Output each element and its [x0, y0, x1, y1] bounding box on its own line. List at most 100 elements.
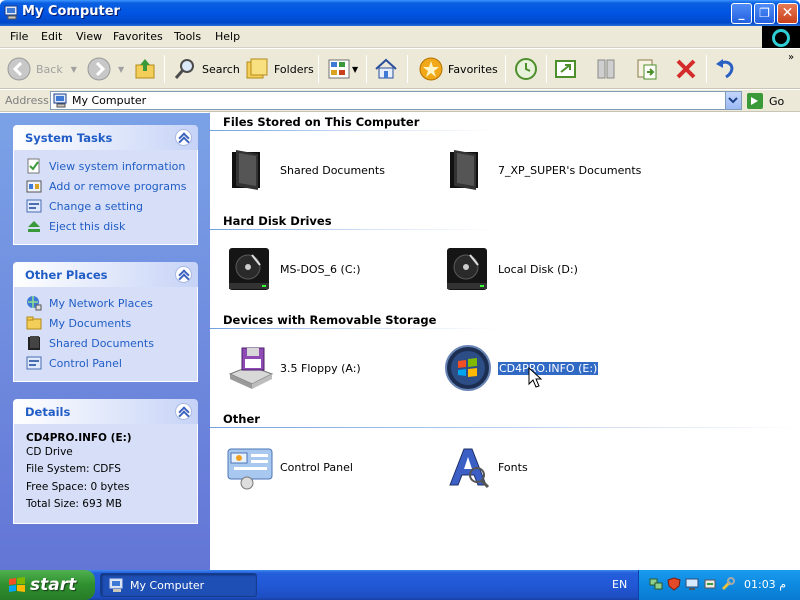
collapse-icon[interactable] — [175, 403, 192, 420]
back-dropdown-icon[interactable]: ▼ — [71, 65, 77, 74]
display-tray-icon[interactable] — [685, 577, 699, 591]
language-indicator[interactable]: EN — [612, 578, 627, 591]
collapse-icon[interactable] — [175, 129, 192, 146]
task-label: Change a setting — [49, 199, 143, 213]
task-pane: System Tasks View system information Add… — [0, 113, 210, 570]
folders-label: Folders — [274, 62, 314, 76]
network-tray-icon[interactable] — [649, 577, 663, 591]
up-button[interactable] — [132, 54, 158, 84]
copy-to-button[interactable] — [593, 54, 619, 84]
system-tray: 01:03 م — [638, 570, 800, 600]
favorites-button[interactable]: Favorites — [418, 54, 498, 84]
views-icon — [328, 59, 350, 79]
title-bar[interactable]: My Computer _ ❐ ✕ — [0, 0, 800, 26]
group-divider — [210, 427, 800, 428]
details-header[interactable]: Details — [13, 399, 198, 424]
control-panel-icon — [227, 448, 273, 490]
taskbar-button-my-computer[interactable]: My Computer — [100, 573, 257, 597]
safely-remove-tray-icon[interactable] — [703, 577, 717, 591]
minimize-button[interactable]: _ — [731, 3, 752, 24]
start-button[interactable]: start — [0, 570, 95, 600]
control-panel-icon — [26, 199, 42, 213]
go-button[interactable]: Go — [747, 92, 784, 110]
other-places-header[interactable]: Other Places — [13, 262, 198, 287]
security-tray-icon[interactable] — [667, 577, 681, 591]
menu-bar: File Edit View Favorites Tools Help — [0, 26, 800, 48]
menu-edit[interactable]: Edit — [41, 30, 62, 43]
item-fonts[interactable]: Fonts — [444, 442, 528, 492]
add-remove-icon — [26, 180, 42, 193]
item-drive-d[interactable]: Local Disk (D:) — [444, 244, 578, 294]
forward-button[interactable]: ▼ — [86, 54, 124, 84]
menu-file[interactable]: File — [10, 30, 28, 43]
toolbar-separator — [164, 55, 165, 83]
place-shared-documents[interactable]: Shared Documents — [26, 333, 197, 353]
search-button[interactable]: Search — [172, 54, 240, 84]
views-button[interactable]: ▼ — [326, 54, 358, 84]
toolbar-separator — [366, 55, 367, 83]
menu-tools[interactable]: Tools — [174, 30, 201, 43]
item-floppy-a[interactable]: 3.5 Floppy (A:) — [226, 343, 361, 393]
cd-drive-windows-icon — [445, 345, 491, 391]
item-label: Shared Documents — [280, 163, 385, 177]
item-drive-c[interactable]: MS-DOS_6 (C:) — [226, 244, 361, 294]
folders-button[interactable]: Folders — [244, 54, 314, 84]
address-input[interactable]: My Computer — [50, 91, 742, 110]
history-icon — [515, 58, 537, 80]
group-title-other: Other — [223, 412, 260, 426]
paste-button[interactable] — [634, 54, 660, 84]
folder-up-icon — [135, 59, 155, 79]
task-label: My Documents — [49, 316, 132, 330]
group-title-removable: Devices with Removable Storage — [223, 313, 437, 327]
favorites-label: Favorites — [448, 62, 498, 76]
close-button[interactable]: ✕ — [777, 3, 798, 24]
menu-favorites[interactable]: Favorites — [113, 30, 163, 43]
collapse-icon[interactable] — [175, 266, 192, 283]
item-shared-documents[interactable]: Shared Documents — [226, 145, 385, 195]
place-control-panel[interactable]: Control Panel — [26, 353, 197, 373]
my-computer-icon — [4, 5, 18, 20]
back-label: Back — [36, 62, 63, 76]
task-view-system-info[interactable]: View system information — [26, 156, 197, 176]
item-label: 7_XP_SUPER's Documents — [498, 163, 642, 177]
toolbar-separator — [407, 55, 408, 83]
other-places-panel: Other Places My Network Places My Docume… — [13, 262, 198, 382]
item-user-documents[interactable]: 7_XP_SUPER's Documents — [444, 145, 641, 195]
home-button[interactable] — [373, 54, 399, 84]
place-my-network-places[interactable]: My Network Places — [26, 293, 197, 313]
toolbar-separator — [546, 55, 547, 83]
address-value: My Computer — [72, 94, 147, 107]
maximize-button[interactable]: ❐ — [754, 3, 775, 24]
move-to-button[interactable] — [553, 54, 579, 84]
control-panel-icon — [26, 356, 42, 370]
place-my-documents[interactable]: My Documents — [26, 313, 197, 333]
user-documents-folder-icon — [450, 150, 478, 190]
menu-help[interactable]: Help — [215, 30, 240, 43]
group-title-hard-disks: Hard Disk Drives — [223, 214, 332, 228]
toolbar-separator — [505, 55, 506, 83]
my-computer-icon — [109, 578, 123, 592]
delete-button[interactable] — [673, 54, 699, 84]
clock[interactable]: 01:03 م — [744, 578, 786, 591]
forward-dropdown-icon[interactable]: ▼ — [118, 65, 124, 74]
folders-icon — [246, 58, 268, 79]
item-control-panel[interactable]: Control Panel — [226, 442, 353, 492]
task-label: Add or remove programs — [49, 179, 187, 193]
task-add-remove-programs[interactable]: Add or remove programs — [26, 176, 197, 196]
move-to-icon — [555, 60, 576, 78]
item-label: Fonts — [498, 460, 528, 474]
back-button[interactable]: Back ▼ — [6, 54, 77, 84]
menu-view[interactable]: View — [76, 30, 102, 43]
address-bar: Address My Computer Go — [0, 90, 800, 112]
tools-tray-icon[interactable] — [721, 577, 735, 591]
system-tasks-header[interactable]: System Tasks — [13, 125, 198, 150]
task-eject-disk[interactable]: Eject this disk — [26, 216, 197, 236]
views-dropdown-icon[interactable]: ▼ — [352, 65, 358, 74]
address-dropdown-button[interactable] — [725, 92, 741, 109]
toolbar-overflow-icon[interactable]: » — [788, 52, 794, 63]
task-change-setting[interactable]: Change a setting — [26, 196, 197, 216]
history-button[interactable] — [513, 54, 539, 84]
details-filesystem: File System: CDFS — [26, 463, 121, 475]
undo-button[interactable] — [713, 54, 739, 84]
item-cd-drive-e[interactable]: CD4PRO.INFO (E:) — [444, 343, 600, 393]
